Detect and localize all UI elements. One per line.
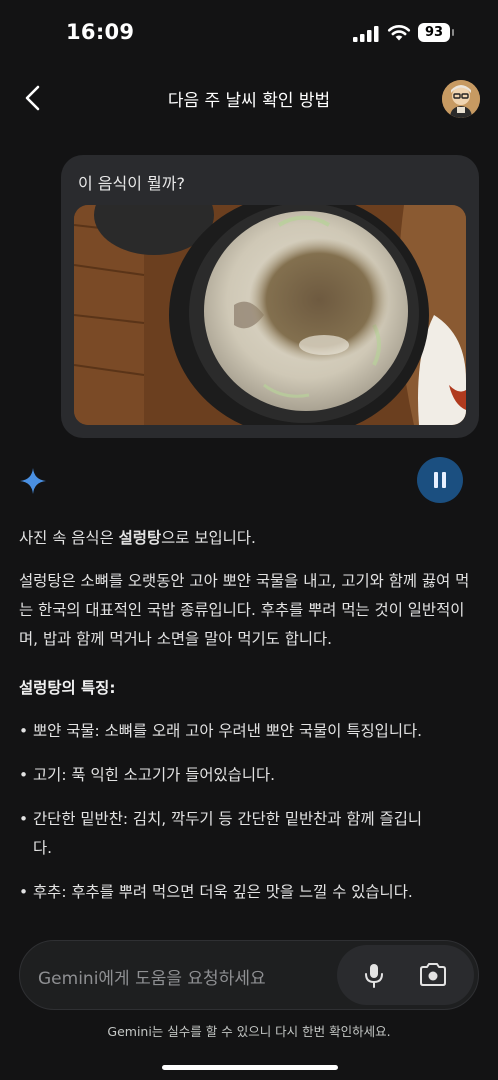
seolleongtang-image — [74, 205, 466, 425]
wifi-icon — [387, 25, 411, 41]
camera-icon — [420, 963, 446, 986]
prompt-input[interactable]: Gemini에게 도움을 요청하세요 — [38, 964, 266, 989]
list-item: 간단한 밑반찬: 김치, 깍두기 등 간단한 밑반찬과 함께 즐깁니다. — [19, 805, 481, 863]
status-time: 16:09 — [66, 20, 135, 44]
avatar[interactable] — [442, 80, 480, 118]
user-message-bubble: 이 음식이 뭘까? — [61, 155, 479, 438]
input-actions — [337, 945, 474, 1005]
food-name: 설렁탕 — [118, 529, 162, 547]
mic-icon — [365, 964, 383, 988]
prompt-input-bar[interactable]: Gemini에게 도움을 요청하세요 — [19, 940, 479, 1010]
gemini-spark-icon — [20, 468, 46, 494]
status-bar: 16:09 93 — [0, 0, 498, 66]
conversation-title: 다음 주 날씨 확인 방법 — [167, 91, 331, 111]
avatar-image — [442, 80, 480, 118]
mic-button[interactable] — [360, 961, 388, 989]
list-item: 고기: 푹 익힌 소고기가 들어있습니다. — [19, 761, 481, 790]
gemini-response: 사진 속 음식은 설렁탕으로 보입니다. 설렁탕은 소뼈를 오랫동안 고아 뽀얀… — [19, 524, 481, 922]
pause-icon — [434, 472, 438, 488]
list-item: 뽀얀 국물: 소뼈를 오래 고아 우려낸 뽀얀 국물이 특징입니다. — [19, 717, 481, 746]
camera-button[interactable] — [417, 961, 449, 989]
disclaimer-text: Gemini는 실수를 할 수 있으니 다시 한번 확인하세요. — [107, 1024, 391, 1039]
uploaded-food-photo[interactable] — [74, 205, 466, 425]
chat-header: 다음 주 날씨 확인 방법 — [0, 70, 498, 126]
user-message-text: 이 음식이 뭘까? — [78, 174, 185, 193]
cellular-signal-icon — [353, 26, 379, 42]
response-paragraph: 설렁탕은 소뼈를 오랫동안 고아 뽀얀 국물을 내고, 고기와 함께 끓여 먹는… — [19, 572, 470, 648]
features-heading: 설렁탕의 특징: — [19, 679, 116, 697]
battery-level: 93 — [418, 23, 450, 42]
pause-button[interactable] — [417, 457, 463, 503]
response-intro: 사진 속 음식은 설렁탕으로 보입니다. — [19, 529, 256, 547]
home-indicator[interactable] — [162, 1065, 338, 1070]
list-item: 후추: 후추를 뿌려 먹으면 더욱 깊은 맛을 느낄 수 있습니다. — [19, 878, 481, 907]
battery-icon: 93 — [418, 23, 454, 43]
